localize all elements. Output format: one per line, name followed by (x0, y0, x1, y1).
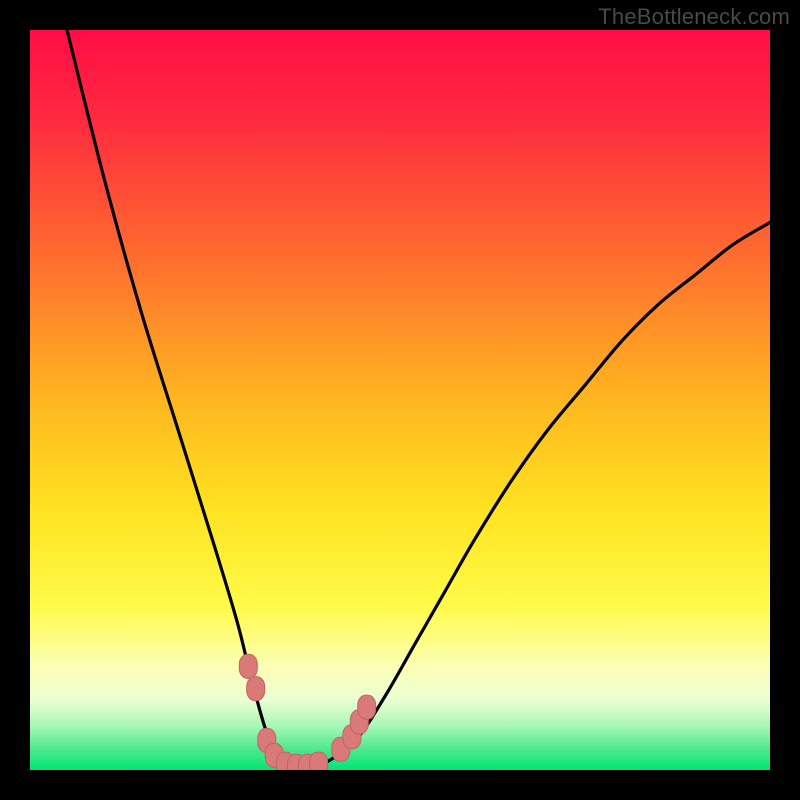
plot-area (30, 30, 770, 770)
watermark-text: TheBottleneck.com (598, 4, 790, 30)
chart-svg (30, 30, 770, 770)
outer-frame: TheBottleneck.com (0, 0, 800, 800)
data-marker (239, 654, 257, 678)
bottleneck-curve (67, 30, 770, 770)
data-marker (358, 695, 376, 719)
data-marker (247, 677, 265, 701)
data-marker (310, 752, 328, 770)
